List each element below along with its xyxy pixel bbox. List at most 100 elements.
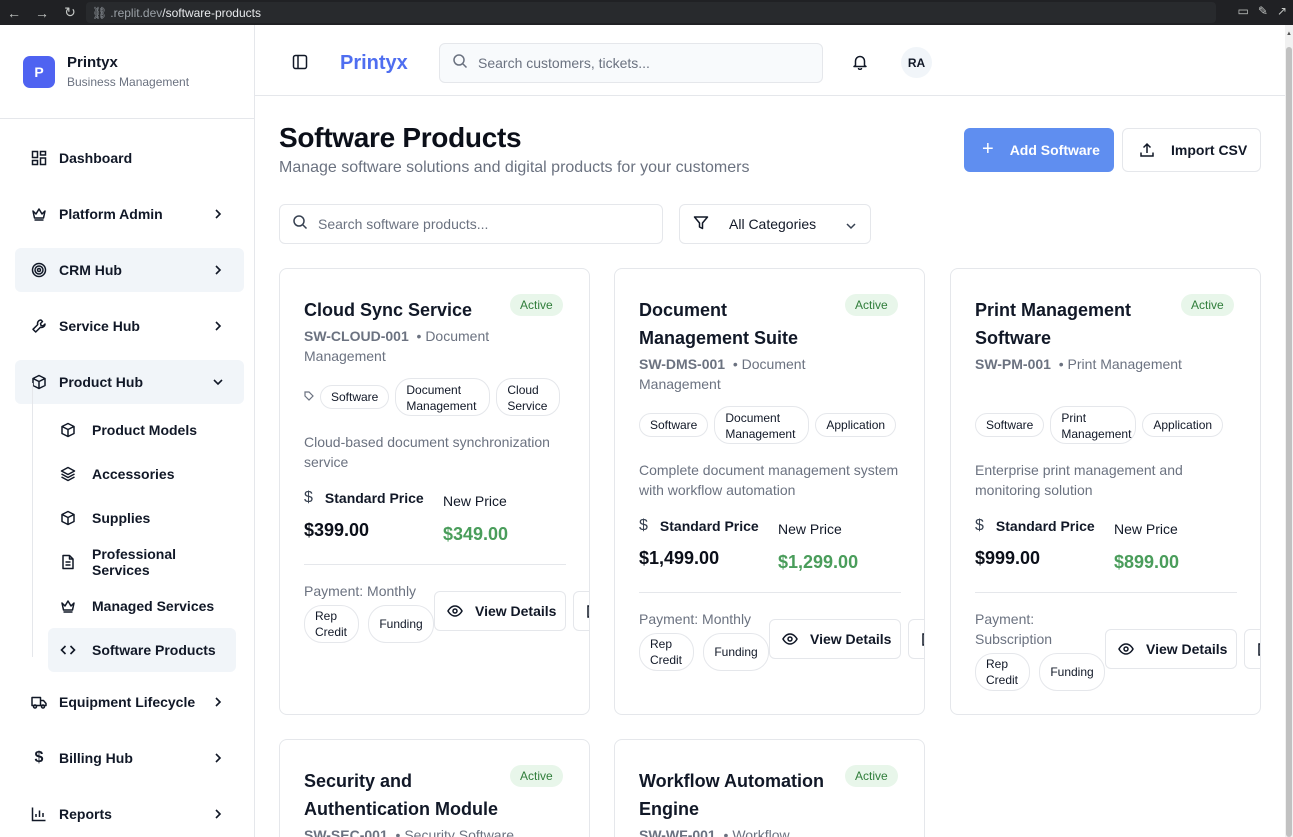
product-sku: SW-CLOUD-001 [304, 328, 409, 344]
view-details-label: View Details [475, 603, 557, 619]
standard-price-label: $ Standard Price [304, 489, 424, 507]
dollar-icon: $ [639, 517, 648, 534]
edit-button[interactable] [1244, 629, 1260, 669]
product-category: Security Software [404, 827, 515, 837]
brand-name: Printyx [67, 54, 118, 71]
dollar-icon: $ [34, 749, 44, 766]
eye-icon [447, 605, 463, 617]
scrollbar[interactable]: ▲ [1285, 25, 1293, 837]
sidebar-item-label: Dashboard [59, 150, 133, 166]
sidebar-item-accessories[interactable]: Accessories [48, 452, 236, 496]
sidebar-item-product-hub[interactable]: Product Hub [15, 360, 244, 404]
divider [304, 564, 566, 565]
sidebar-item-product-models[interactable]: Product Models [48, 408, 236, 452]
divider [975, 592, 1237, 593]
code-icon [60, 642, 76, 658]
product-category: Print Management [1067, 356, 1182, 372]
box-icon [60, 510, 76, 526]
payment-terms: Payment: Monthly [639, 611, 752, 627]
bell-icon[interactable] [852, 54, 868, 75]
product-name: Print Management Software [975, 300, 1132, 348]
edit-button[interactable] [908, 619, 924, 659]
back-icon[interactable]: ← [0, 5, 28, 21]
sidebar-item-platform-admin[interactable]: Platform Admin [15, 192, 244, 236]
sidebar-item-equipment-lifecycle[interactable]: Equipment Lifecycle [15, 680, 244, 724]
sidebar-item-software-products[interactable]: Software Products [48, 628, 236, 672]
sidebar-item-service-hub[interactable]: Service Hub [15, 304, 244, 348]
tools-icon[interactable]: ✎ [1258, 4, 1268, 18]
sidebar-item-label: Reports [59, 806, 112, 822]
plus-icon: + [982, 137, 994, 160]
target-icon [31, 262, 47, 278]
sidebar-item-label: Platform Admin [59, 206, 163, 222]
product-sku: SW-DMS-001 [639, 356, 726, 372]
view-details-button[interactable]: View Details [769, 619, 901, 659]
sidebar-item-label: Professional Services [92, 546, 177, 578]
product-name: Cloud Sync Service [304, 300, 473, 320]
global-search-input[interactable] [478, 55, 798, 71]
rep-credit-badge: Rep Credit [639, 633, 694, 671]
view-details-button[interactable]: View Details [434, 591, 566, 631]
sidebar-toggle-icon[interactable] [292, 54, 308, 75]
cast-icon[interactable]: ▭ [1238, 4, 1249, 18]
import-csv-button[interactable]: Import CSV [1122, 128, 1261, 172]
funding-badge: Funding [1039, 653, 1105, 691]
sidebar-item-billing-hub[interactable]: $ Billing Hub [15, 736, 244, 780]
product-meta: SW-WF-001 • Workflow [639, 825, 849, 837]
product-search-input[interactable] [318, 216, 648, 232]
page-subtitle: Manage software solutions and digital pr… [279, 159, 750, 176]
product-meta: SW-SEC-001 • Security Software [304, 825, 564, 837]
edit-icon [922, 633, 924, 646]
standard-price: $399.00 [304, 520, 370, 540]
product-meta: SW-CLOUD-001 • Document Management [304, 328, 490, 364]
address-bar[interactable]: ⛓ .replit.dev/software-products [86, 2, 1216, 23]
funding-badge: Funding [368, 605, 434, 643]
standard-price-label: $ Standard Price [975, 517, 1095, 535]
edit-icon [1258, 643, 1260, 656]
chevron-right-icon [210, 750, 226, 766]
upload-icon [1140, 142, 1154, 157]
edit-button[interactable] [573, 591, 589, 631]
product-meta: SW-PM-001 • Print Management [975, 356, 1182, 372]
sidebar-item-reports[interactable]: Reports [15, 792, 244, 836]
global-search[interactable] [439, 43, 823, 83]
tag: Software [639, 413, 709, 437]
forward-icon[interactable]: → [28, 5, 56, 21]
product-search[interactable] [279, 204, 663, 244]
chevron-right-icon [210, 806, 226, 822]
edit-icon [587, 605, 589, 618]
scrollbar-thumb[interactable] [1286, 47, 1292, 837]
product-card: Cloud Sync Service Active SW-CLOUD-001 •… [279, 268, 590, 715]
reload-icon[interactable]: ↻ [56, 4, 84, 21]
product-description: Enterprise print management and monitori… [975, 462, 1183, 498]
search-icon [292, 214, 308, 235]
search-icon [452, 53, 468, 74]
product-sku: SW-SEC-001 [304, 827, 388, 837]
sidebar-item-professional-services[interactable]: Professional Services [48, 540, 236, 584]
standard-price-label: $ Standard Price [639, 517, 759, 535]
add-software-button[interactable]: + Add Software [964, 128, 1114, 172]
category-select[interactable]: All Categories [679, 204, 871, 244]
product-sku: SW-PM-001 [975, 356, 1051, 372]
eye-icon [1118, 643, 1134, 655]
top-header: Printyx RA [255, 25, 1285, 96]
sidebar-item-managed-services[interactable]: Managed Services [48, 584, 236, 628]
product-description: Cloud-based document synchronization ser… [304, 434, 550, 470]
dollar-icon: $ [975, 517, 984, 534]
sidebar-item-crm-hub[interactable]: CRM Hub [15, 248, 244, 292]
status-badge: Active [845, 294, 898, 316]
sidebar-item-label: Software Products [92, 642, 216, 658]
page-title: Software Products [279, 122, 522, 153]
open-external-icon[interactable]: ↗ [1277, 4, 1287, 18]
brand-logo: P [23, 55, 55, 88]
tag-list: Software Document Management Application [639, 406, 897, 444]
brand-subtitle: Business Management [67, 75, 190, 89]
view-details-button[interactable]: View Details [1105, 629, 1237, 669]
avatar[interactable]: RA [901, 47, 932, 78]
standard-price-label-text: Standard Price [995, 518, 1095, 534]
new-price-label: New Price [1114, 521, 1178, 537]
scroll-up-icon[interactable]: ▲ [1285, 31, 1293, 37]
sidebar-item-dashboard[interactable]: Dashboard [15, 136, 244, 180]
sidebar-item-supplies[interactable]: Supplies [48, 496, 236, 540]
status-badge: Active [510, 765, 563, 787]
